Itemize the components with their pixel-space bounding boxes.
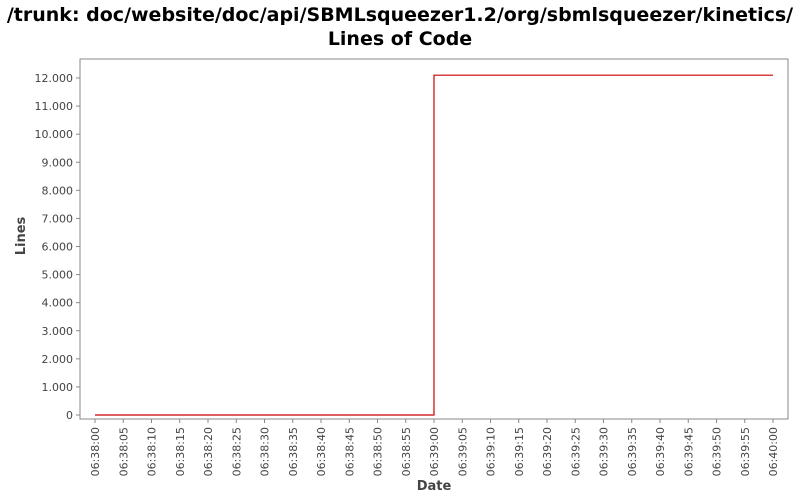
- x-tick-label: 06:39:10: [485, 427, 498, 476]
- y-tick-label: 12.000: [35, 72, 74, 85]
- x-tick-label: 06:39:45: [682, 427, 695, 476]
- x-tick-label: 06:39:50: [711, 427, 724, 476]
- x-tick-label: 06:39:25: [569, 427, 582, 476]
- x-tick-label: 06:38:40: [315, 427, 328, 476]
- y-tick-label: 0: [66, 409, 73, 422]
- x-axis-title: Date: [417, 479, 452, 494]
- x-tick-label: 06:38:30: [259, 427, 272, 476]
- x-tick-label: 06:39:55: [739, 427, 752, 476]
- y-tick-label: 3.000: [42, 325, 74, 338]
- x-tick-label: 06:39:05: [456, 427, 469, 476]
- y-tick-label: 2.000: [42, 353, 74, 366]
- line-chart: 0 1.000 2.000 3.000 4.000 5.000 6.000 7.000 8.00…: [14, 58, 789, 494]
- y-tick-label: 10.000: [35, 128, 74, 141]
- y-tick-label: 1.000: [42, 381, 74, 394]
- x-tick-label: 06:38:20: [202, 427, 215, 476]
- x-tick-label: 06:40:00: [767, 427, 780, 476]
- x-tick-label: 06:38:05: [117, 427, 130, 476]
- x-tick-label: 06:38:45: [343, 427, 356, 476]
- x-tick-label: 06:38:10: [146, 427, 159, 476]
- y-tick-label: 8.000: [42, 184, 74, 197]
- x-tick-label: 06:39:40: [654, 427, 667, 476]
- x-tick-label: 06:38:25: [230, 427, 243, 476]
- x-tick-label: 06:38:55: [400, 427, 413, 476]
- y-tick-label: 6.000: [42, 241, 74, 254]
- y-tick-label: 5.000: [42, 269, 74, 282]
- x-tick-label: 06:39:00: [428, 427, 441, 476]
- x-tick-label: 06:38:35: [287, 427, 300, 476]
- y-tick-label: 4.000: [42, 297, 74, 310]
- x-tick-label: 06:39:15: [513, 427, 526, 476]
- x-tick-label: 06:39:30: [598, 427, 611, 476]
- x-tick-label: 06:39:35: [626, 427, 639, 476]
- y-tick-label: 7.000: [42, 212, 74, 225]
- x-tick-label: 06:38:15: [174, 427, 187, 476]
- x-tick-label: 06:38:50: [372, 427, 385, 476]
- x-tick-label: 06:39:20: [541, 427, 554, 476]
- y-tick-label: 9.000: [42, 156, 74, 169]
- y-axis-title: Lines: [14, 216, 29, 255]
- y-tick-label: 11.000: [35, 100, 74, 113]
- x-tick-label: 06:38:00: [89, 427, 102, 476]
